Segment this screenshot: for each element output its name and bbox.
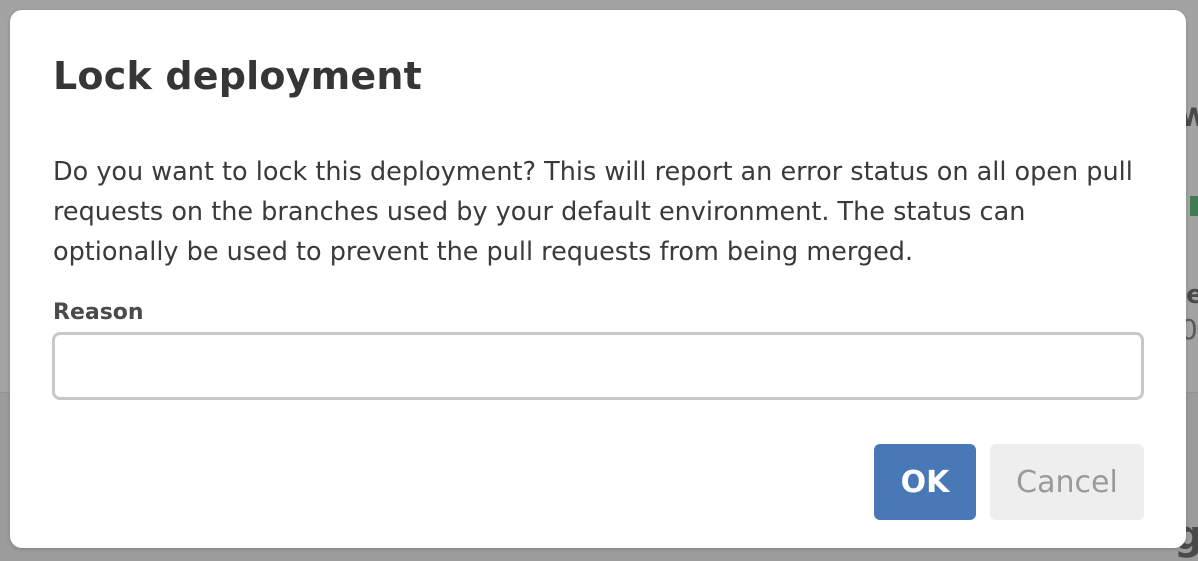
dialog-message: Do you want to lock this deployment? Thi… [53,157,1133,267]
reason-label: Reason [53,300,144,325]
cancel-button[interactable]: Cancel [990,444,1144,520]
ok-button[interactable]: OK [874,444,976,520]
lock-deployment-dialog: Lock deployment Do you want to lock this… [10,10,1186,548]
background-status-indicator [1190,196,1198,216]
background-text-fragment: e [1186,280,1198,310]
reason-input[interactable] [52,332,1144,400]
dialog-title: Lock deployment [53,54,423,98]
